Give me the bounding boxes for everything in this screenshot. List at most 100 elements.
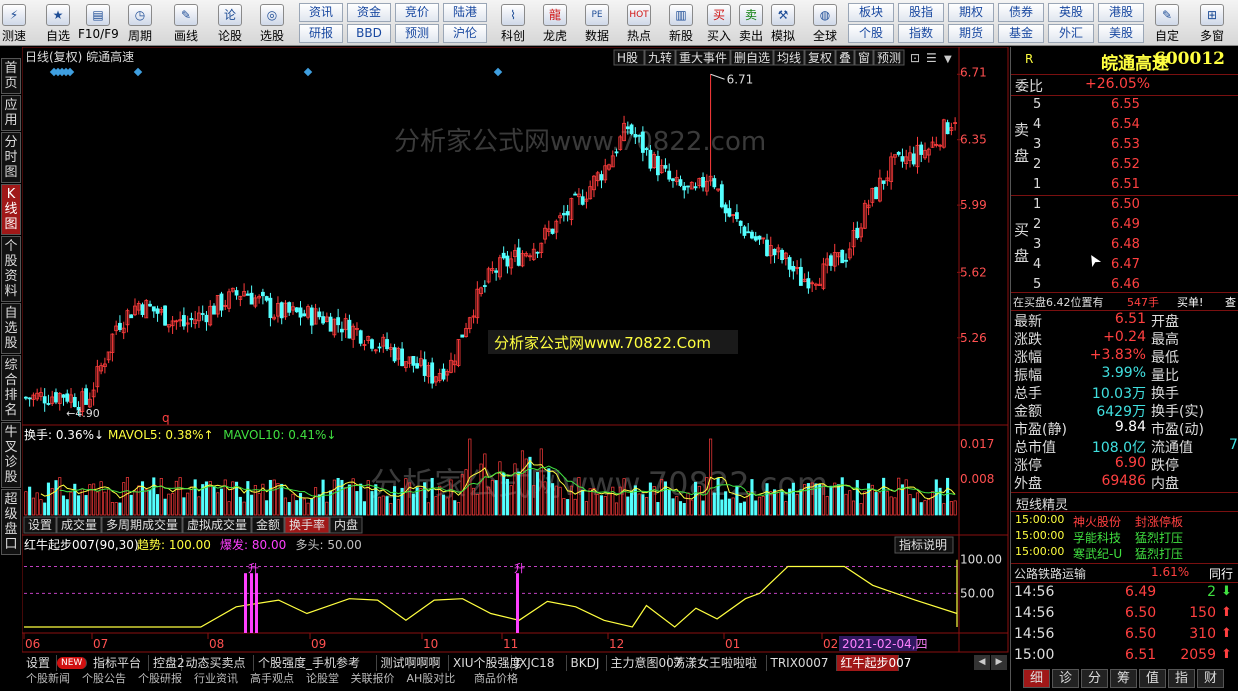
chart-header-button-6[interactable]: 叠 xyxy=(839,51,851,65)
toolbar-buy-button[interactable]: 买买入 xyxy=(704,2,734,44)
sector-name[interactable]: 公路铁路运输 xyxy=(1014,565,1086,582)
toolbar-chart-button[interactable]: ⌇ 科创 xyxy=(494,2,532,44)
news-tab-8[interactable]: 商品价格 xyxy=(470,672,522,686)
event-marker-icon[interactable] xyxy=(133,67,143,77)
toolbar-pill2-10[interactable]: 外汇 xyxy=(1048,24,1094,43)
left-tab-5[interactable]: 自 选 股 xyxy=(1,303,21,354)
elf-stock[interactable]: 孚能科技 xyxy=(1073,529,1121,546)
toolbar-f10-button[interactable]: ▤ F10/F9 xyxy=(78,2,119,44)
toolbar-window-button[interactable]: ⊞ 多窗 xyxy=(1190,2,1234,44)
buy-level-price[interactable]: 6.47 xyxy=(1111,257,1140,272)
news-tab-6[interactable]: 关联报价 xyxy=(347,672,399,686)
bottom-tab-4[interactable]: 动态买卖点 xyxy=(182,655,254,671)
bottom-tab-12[interactable]: TRIX0007 xyxy=(767,655,837,671)
quote-bottom-tab-3[interactable]: 筹 xyxy=(1110,669,1137,688)
toolbar-pill2-8[interactable]: 期货 xyxy=(948,24,994,43)
quote-bottom-tab-6[interactable]: 财 xyxy=(1197,669,1224,688)
sell-level-price[interactable]: 6.54 xyxy=(1111,117,1140,132)
sell-level-price[interactable]: 6.52 xyxy=(1111,157,1140,172)
toolbar-clock-button[interactable]: ◷ 周期 xyxy=(120,2,160,44)
elf-stock[interactable]: 神火股份 xyxy=(1073,513,1121,530)
toolbar-speed-button[interactable]: ⚡ 测速 xyxy=(0,2,28,44)
bottom-tab-10[interactable]: 主力意图007 xyxy=(607,655,681,671)
toolbar-pill-7[interactable]: 沪伦 xyxy=(443,24,487,43)
event-marker-icon[interactable] xyxy=(493,67,503,77)
toolbar-pill2-11[interactable]: 美股 xyxy=(1098,24,1144,43)
buy-level-price[interactable]: 6.49 xyxy=(1111,217,1140,232)
vol-tab-6[interactable]: 内盘 xyxy=(334,517,358,532)
quote-bottom-tab-0[interactable]: 细 xyxy=(1023,669,1050,688)
toolbar-pill2-3[interactable]: 债券 xyxy=(998,3,1044,22)
toolbar-pill2-5[interactable]: 港股 xyxy=(1098,3,1144,22)
left-tab-4[interactable]: 个 股 资 料 xyxy=(1,236,21,302)
toolbar-pe-button[interactable]: PE 数据 xyxy=(578,2,616,44)
order-notice-end[interactable]: 查 xyxy=(1225,294,1236,310)
chart-header-button-0[interactable]: H股 xyxy=(617,51,638,65)
vol-tab-4[interactable]: 金额 xyxy=(256,517,280,532)
quote-bottom-tab-2[interactable]: 分 xyxy=(1081,669,1108,688)
left-tab-8[interactable]: 超 级 盘 口 xyxy=(1,489,21,555)
toolbar-chat-button[interactable]: 论论股 xyxy=(210,2,250,44)
toolbar-star-button[interactable]: ★ 自选 xyxy=(38,2,78,44)
sell-level-price[interactable]: 6.51 xyxy=(1111,177,1140,192)
bottom-tab-0[interactable]: 设置 xyxy=(22,655,57,671)
toolbar-pill-0[interactable]: 资讯 xyxy=(299,3,343,22)
toolbar-pill2-1[interactable]: 股指 xyxy=(898,3,944,22)
quote-bottom-tab-5[interactable]: 指 xyxy=(1168,669,1195,688)
buy-level-price[interactable]: 6.46 xyxy=(1111,277,1140,292)
bottom-tab-2[interactable]: 指标平台 xyxy=(89,655,149,671)
sell-level-price[interactable]: 6.55 xyxy=(1111,97,1140,112)
bottom-tab-11[interactable]: 荡漾女王啦啦啦 xyxy=(669,655,767,671)
toolbar-dragon-button[interactable]: 龍龙虎 xyxy=(536,2,574,44)
toolbar-sell-button[interactable]: 卖卖出 xyxy=(736,2,766,44)
bottom-tab-8[interactable]: JXJC18 xyxy=(512,655,567,671)
toolbar-pill-3[interactable]: 陆港 xyxy=(443,3,487,22)
news-tab-7[interactable]: AH股对比 xyxy=(403,672,460,686)
toolbar-globe-button[interactable]: ◍ 全球 xyxy=(806,2,844,44)
toolbar-hot-button[interactable]: HOT 热点 xyxy=(620,2,658,44)
toolbar-pill2-6[interactable]: 个股 xyxy=(848,24,894,43)
toolbar-pill2-0[interactable]: 板块 xyxy=(848,3,894,22)
toolbar-pill2-7[interactable]: 指数 xyxy=(898,24,944,43)
toolbar-pill-4[interactable]: 研报 xyxy=(299,24,343,43)
event-marker-icon[interactable] xyxy=(303,67,313,77)
bottom-tab-7[interactable]: XIU个股强度 xyxy=(449,655,522,671)
toolbar-pill-6[interactable]: 预测 xyxy=(395,24,439,43)
left-tab-1[interactable]: 应 用 xyxy=(1,95,21,131)
buy-level-price[interactable]: 6.50 xyxy=(1111,197,1140,212)
news-tab-2[interactable]: 个股研报 xyxy=(134,672,186,686)
toolbar-custom-button[interactable]: ✎ 自定 xyxy=(1145,2,1189,44)
elf-stock[interactable]: 寒武纪-U xyxy=(1073,545,1122,562)
chart-header-button-2[interactable]: 重大事件 xyxy=(679,51,727,65)
list-icon[interactable]: ☰ xyxy=(926,51,937,65)
bottom-tab-3[interactable]: 控盘2 xyxy=(149,655,185,671)
toolbar-pen-button[interactable]: ✎ 画线 xyxy=(166,2,206,44)
vol-tab-1[interactable]: 成交量 xyxy=(61,517,97,532)
toolbar-ipo-button[interactable]: ▥ 新股 xyxy=(662,2,700,44)
lock-icon[interactable]: ⊡ xyxy=(910,51,920,65)
vol-tab-2[interactable]: 多周期成交量 xyxy=(106,517,178,532)
scroll-right-icon[interactable]: ▶ xyxy=(991,655,1007,670)
sector-button[interactable]: 同行 xyxy=(1209,565,1233,582)
news-tab-5[interactable]: 论股堂 xyxy=(302,672,343,686)
buy-level-price[interactable]: 6.48 xyxy=(1111,237,1140,252)
toolbar-pill-5[interactable]: BBD xyxy=(347,24,391,43)
toolbar-pill2-9[interactable]: 基金 xyxy=(998,24,1044,43)
bottom-tab-6[interactable]: 测试啊啊啊 xyxy=(377,655,449,671)
news-tab-4[interactable]: 高手观点 xyxy=(246,672,298,686)
left-tab-0[interactable]: 首 页 xyxy=(1,58,21,94)
toolbar-pill-2[interactable]: 竞价 xyxy=(395,3,439,22)
bottom-tab-5[interactable]: 个股强度_手机参考 xyxy=(254,655,377,671)
chart-header-button-8[interactable]: 预测 xyxy=(877,51,901,65)
chart-header-button-4[interactable]: 均线 xyxy=(777,51,801,65)
left-tab-6[interactable]: 综 合 排 名 xyxy=(1,355,21,421)
dropdown-icon[interactable]: ▼ xyxy=(944,54,952,65)
toolbar-radar-button[interactable]: ◎ 选股 xyxy=(252,2,292,44)
bottom-tab-13[interactable]: 红牛起步007 xyxy=(836,655,911,671)
chart-header-button-7[interactable]: 窗 xyxy=(858,51,870,65)
sell-level-price[interactable]: 6.53 xyxy=(1111,137,1140,152)
left-tab-7[interactable]: 牛 叉 诊 股 xyxy=(1,422,21,488)
bottom-tab-1[interactable]: NEW xyxy=(57,657,87,669)
vol-tab-5[interactable]: 换手率 xyxy=(289,517,325,532)
toolbar-pill2-4[interactable]: 英股 xyxy=(1048,3,1094,22)
